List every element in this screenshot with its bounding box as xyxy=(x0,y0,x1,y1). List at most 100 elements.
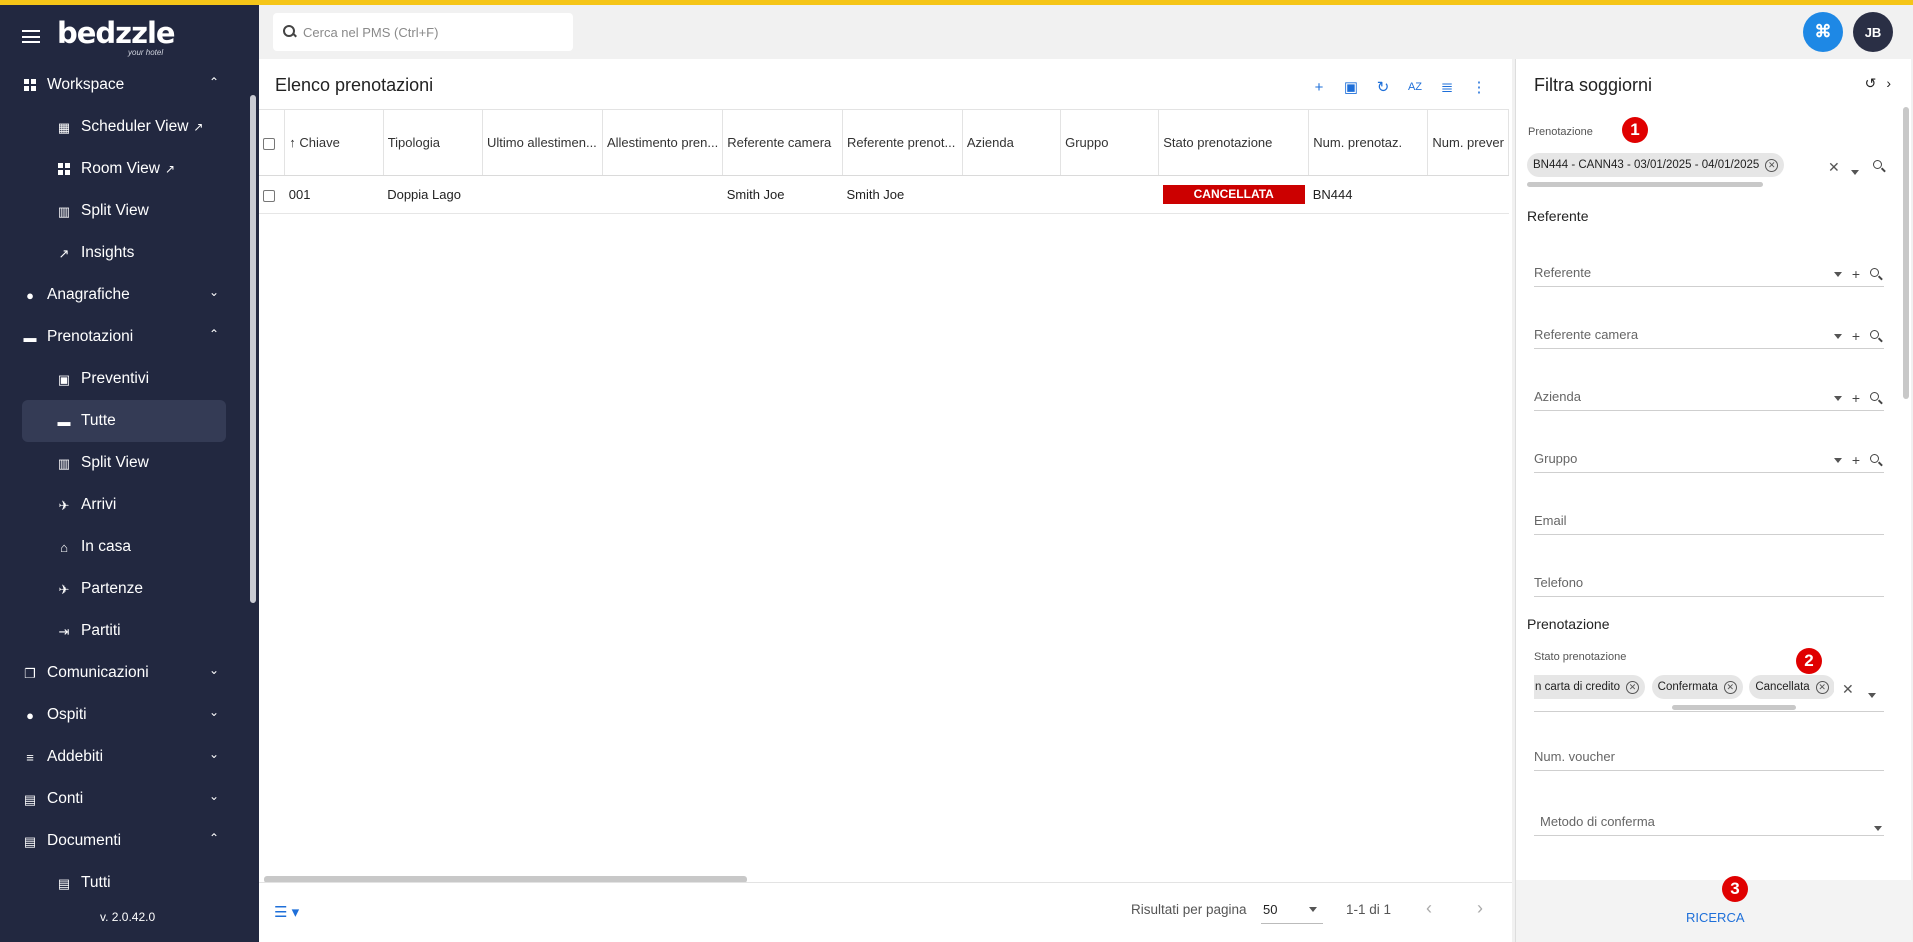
email-field[interactable]: Email xyxy=(1534,495,1884,535)
search-icon[interactable] xyxy=(1870,330,1882,342)
sidebar-item-preventivi[interactable]: ▣ Preventivi xyxy=(0,358,250,400)
calendar-icon: ▦ xyxy=(57,119,71,135)
more-vert-icon[interactable]: ⋮ xyxy=(1466,74,1492,100)
chevron-down-icon[interactable] xyxy=(1833,333,1842,339)
clear-icon[interactable]: ✕ xyxy=(1842,681,1854,698)
filter-icon[interactable]: ≣ xyxy=(1434,74,1460,100)
azienda-field[interactable]: Azienda + xyxy=(1534,371,1884,411)
column-header-chiave[interactable]: ↑ Chiave xyxy=(284,109,384,176)
sort-alpha-icon[interactable]: AZ xyxy=(1402,74,1428,100)
prev-page-icon[interactable]: ‹ xyxy=(1426,898,1446,918)
hamburger-menu-icon[interactable] xyxy=(22,30,40,44)
column-header-tipologia[interactable]: Tipologia xyxy=(383,109,483,176)
column-header-allestimento-prenotato[interactable]: Allestimento pren... xyxy=(602,109,724,176)
select-all-checkbox[interactable] xyxy=(263,137,275,150)
metodo-conferma-select[interactable]: Metodo di conferma xyxy=(1534,796,1884,836)
column-header-gruppo[interactable]: Gruppo xyxy=(1060,109,1160,176)
sidebar-item-arrivi[interactable]: ✈ Arrivi xyxy=(0,484,250,526)
sidebar-scrollbar[interactable] xyxy=(250,95,256,603)
chip-scrollbar[interactable] xyxy=(1527,182,1763,187)
select-all-cell xyxy=(259,109,286,176)
column-header-referente-camera[interactable]: Referente camera xyxy=(722,109,843,176)
stato-chip[interactable]: Confermata ✕ xyxy=(1651,675,1743,699)
clear-icon[interactable]: ✕ xyxy=(1828,159,1840,176)
global-search[interactable] xyxy=(273,13,573,51)
sidebar-item-tutti[interactable]: ▤ Tutti xyxy=(0,862,250,904)
chevron-down-icon[interactable] xyxy=(1833,457,1842,463)
chevron-down-icon[interactable] xyxy=(1868,686,1876,701)
sidebar-item-prenotazioni[interactable]: ▬ Prenotazioni ⌃ xyxy=(0,316,250,358)
add-icon[interactable]: + xyxy=(1852,328,1860,344)
network-icon-button[interactable]: ⌘ xyxy=(1803,12,1843,52)
chip-remove-icon[interactable]: ✕ xyxy=(1815,680,1829,694)
column-header-stato-prenotazione[interactable]: Stato prenotazione xyxy=(1158,109,1310,176)
list-toolbar: + ▣ ↻ AZ ≣ ⋮ xyxy=(1306,74,1492,100)
search-icon[interactable] xyxy=(1873,160,1885,175)
sidebar-item-comunicazioni[interactable]: ❐ Comunicazioni ⌄ xyxy=(0,652,250,694)
search-icon[interactable] xyxy=(1870,392,1882,404)
table-row[interactable]: 001 Doppia Lago Smith Joe Smith Joe CANC… xyxy=(259,175,1509,214)
chevron-down-icon[interactable] xyxy=(1833,395,1842,401)
grid-icon xyxy=(57,162,71,176)
sidebar-item-ospiti[interactable]: ● Ospiti ⌄ xyxy=(0,694,250,736)
sidebar-item-partiti[interactable]: ⇥ Partiti xyxy=(0,610,250,652)
column-header-ultimo-allestimento[interactable]: Ultimo allestimen... xyxy=(482,109,603,176)
sidebar-item-room-view[interactable]: Room View ↗ xyxy=(0,148,250,190)
filter-vertical-scrollbar[interactable] xyxy=(1903,107,1909,399)
sidebar-item-addebiti[interactable]: ≡ Addebiti ⌄ xyxy=(0,736,250,778)
search-button[interactable]: RICERCA xyxy=(1686,910,1745,925)
cell-gruppo xyxy=(1060,175,1159,214)
next-page-icon[interactable]: › xyxy=(1477,898,1497,918)
sidebar-item-split-view-prenotazioni[interactable]: ▥ Split View xyxy=(0,442,250,484)
sidebar-item-insights[interactable]: ↗ Insights xyxy=(0,232,250,274)
chip-remove-icon[interactable]: ✕ xyxy=(1723,680,1737,694)
add-icon[interactable]: + xyxy=(1852,266,1860,282)
sidebar-item-tutte[interactable]: ▬ Tutte xyxy=(22,400,226,442)
stato-chips-container: n carta di credito ✕ Confermata ✕ Cancella… xyxy=(1534,675,1834,701)
table-header-row: ↑ Chiave Tipologia Ultimo allestimen... … xyxy=(259,109,1509,176)
referente-field[interactable]: Referente + xyxy=(1534,247,1884,287)
sidebar-item-conti[interactable]: ▤ Conti ⌄ xyxy=(0,778,250,820)
sidebar-item-split-view[interactable]: ▥ Split View xyxy=(0,190,250,232)
prenotazione-field-label: Prenotazione xyxy=(1528,126,1593,138)
chevron-right-icon[interactable]: › xyxy=(1886,75,1891,92)
stato-chip[interactable]: Cancellata ✕ xyxy=(1749,675,1834,699)
column-header-referente-prenotazione[interactable]: Referente prenot... xyxy=(842,109,963,176)
gruppo-field[interactable]: Gruppo + xyxy=(1534,433,1884,473)
referente-camera-field[interactable]: Referente camera + xyxy=(1534,309,1884,349)
chip-remove-icon[interactable]: ✕ xyxy=(1765,158,1779,172)
search-icon[interactable] xyxy=(1870,454,1882,466)
sidebar-item-workspace[interactable]: Workspace ⌃ xyxy=(0,64,250,106)
view-carousel-icon[interactable]: ▣ xyxy=(1338,74,1364,100)
column-header-azienda[interactable]: Azienda xyxy=(962,109,1062,176)
num-voucher-field[interactable]: Num. voucher xyxy=(1534,731,1884,771)
chip-remove-icon[interactable]: ✕ xyxy=(1626,680,1640,694)
column-header-num-prenotazione[interactable]: Num. prenotaz. xyxy=(1308,109,1429,176)
prenotazione-chip[interactable]: BN444 - CANN43 - 03/01/2025 - 04/01/2025… xyxy=(1527,153,1785,177)
row-checkbox[interactable] xyxy=(263,189,275,202)
chevron-down-icon[interactable] xyxy=(1851,163,1859,178)
stato-chip[interactable]: n carta di credito ✕ xyxy=(1534,675,1646,699)
rows-per-page-select[interactable]: 50 xyxy=(1261,894,1323,924)
sidebar-item-label: Preventivi xyxy=(81,370,150,387)
add-icon[interactable]: + xyxy=(1306,74,1332,100)
sidebar-item-anagrafiche[interactable]: ● Anagrafiche ⌄ xyxy=(0,274,250,316)
sidebar-item-partenze[interactable]: ✈ Partenze xyxy=(0,568,250,610)
refresh-icon[interactable]: ↻ xyxy=(1370,74,1396,100)
search-input[interactable] xyxy=(303,24,563,40)
sidebar-item-in-casa[interactable]: ⌂ In casa xyxy=(0,526,250,568)
add-icon[interactable]: + xyxy=(1852,452,1860,468)
chip-scrollbar[interactable] xyxy=(1672,705,1796,710)
column-header-num-preventivo[interactable]: Num. prever xyxy=(1427,109,1509,176)
sidebar-item-scheduler-view[interactable]: ▦ Scheduler View ↗ xyxy=(0,106,250,148)
add-icon[interactable]: + xyxy=(1852,390,1860,406)
chevron-down-icon[interactable] xyxy=(1833,271,1842,277)
sidebar-item-label: Addebiti xyxy=(47,748,104,765)
list-view-icon[interactable]: ☰ ▾ xyxy=(274,903,299,921)
telefono-field[interactable]: Telefono xyxy=(1534,557,1884,597)
app-logo[interactable]: bedzzle xyxy=(57,16,176,50)
user-avatar[interactable]: JB xyxy=(1853,12,1893,52)
reset-icon[interactable]: ↺ xyxy=(1865,75,1877,92)
sidebar-item-documenti[interactable]: ▤ Documenti ⌃ xyxy=(0,820,250,862)
search-icon[interactable] xyxy=(1870,268,1882,280)
